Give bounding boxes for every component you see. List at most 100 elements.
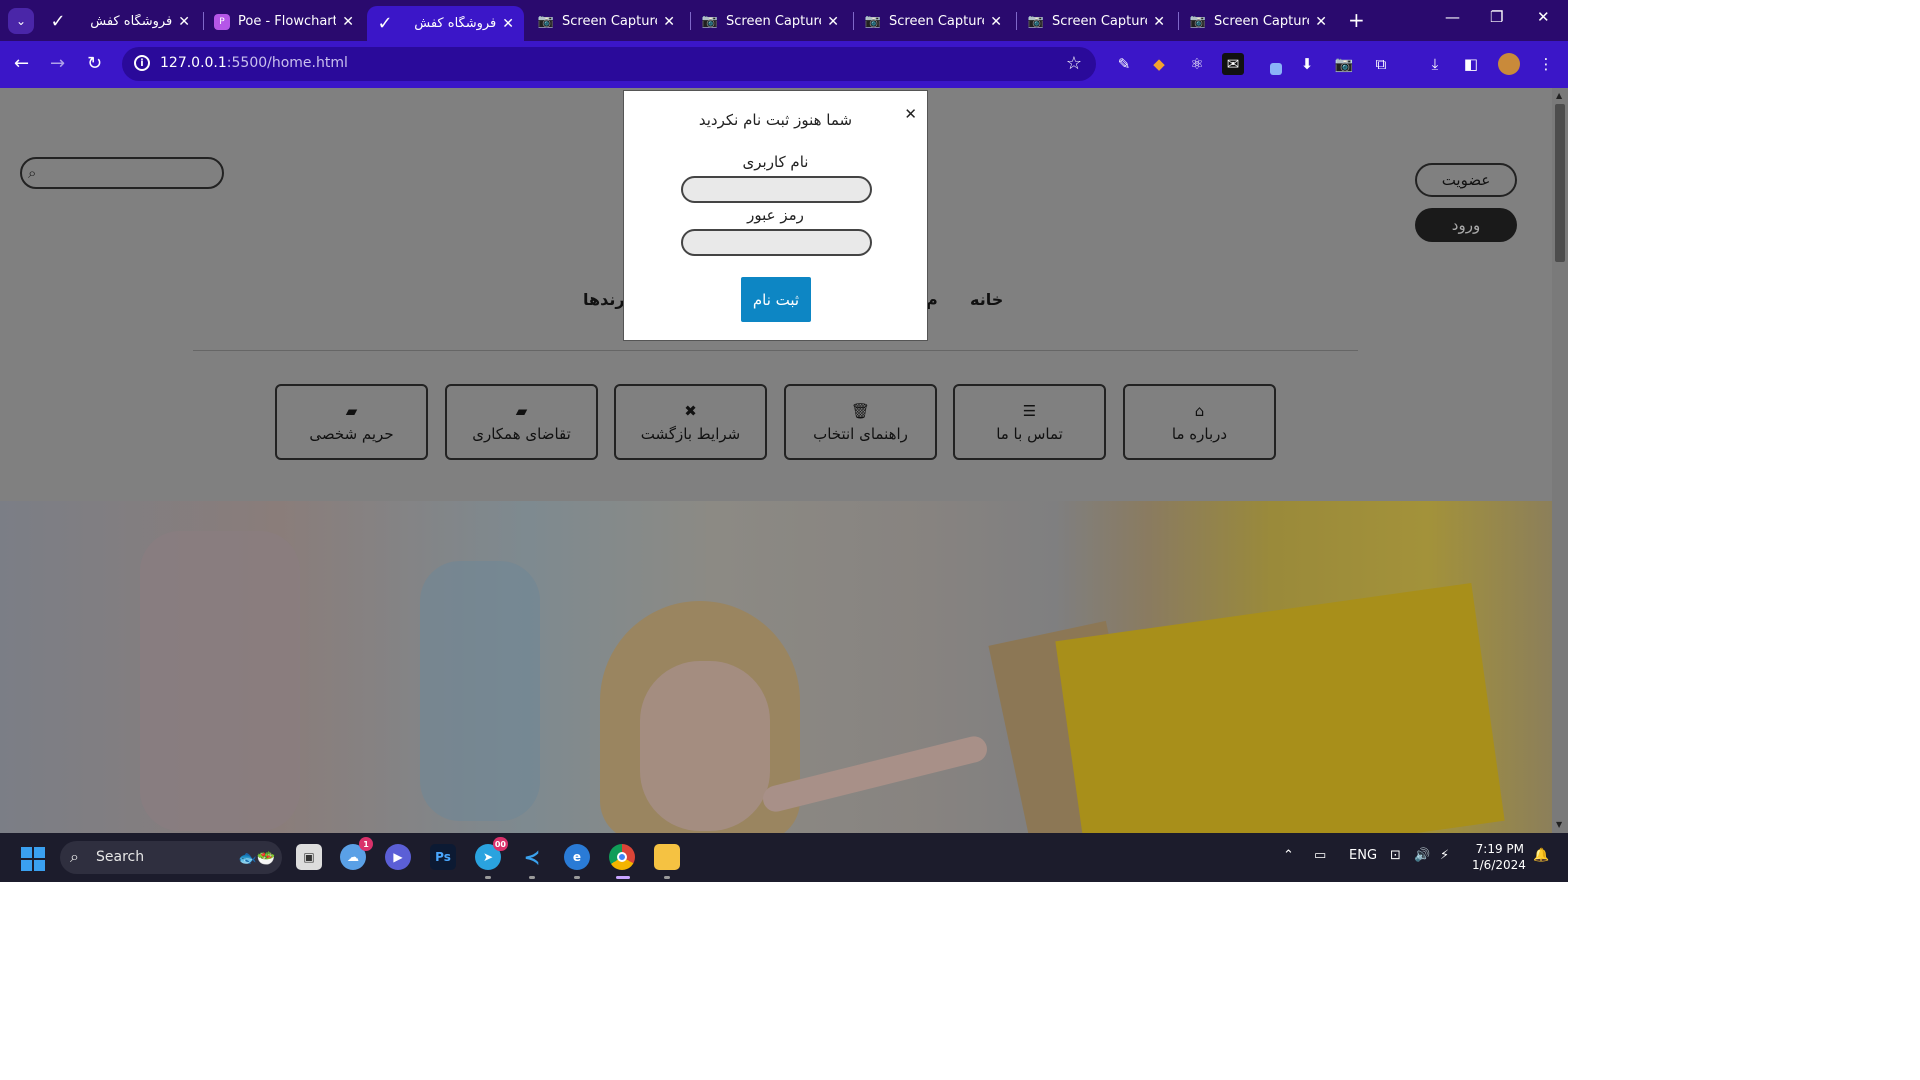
clock-date: 1/6/2024 (1472, 858, 1526, 872)
battery-icon[interactable]: ⚡ (1440, 848, 1449, 863)
taskbar-search-box[interactable]: ⌕ Search 🐟🥗 (60, 841, 282, 874)
back-arrow-icon[interactable]: ← (14, 53, 29, 74)
extension-atom-icon[interactable]: ⚛ (1186, 53, 1208, 75)
window-close-button[interactable]: ✕ (1537, 8, 1550, 26)
chrome-icon[interactable] (609, 844, 635, 870)
camera-icon: 📷 (537, 14, 555, 29)
task-view-icon[interactable]: ▣ (296, 844, 322, 870)
file-explorer-icon[interactable] (654, 844, 680, 870)
close-icon[interactable]: ✕ (502, 16, 514, 32)
clock-time: 7:19 PM (1475, 842, 1524, 856)
feature-label: تقاضای همکاری (472, 425, 571, 443)
close-icon[interactable]: ✕ (663, 14, 675, 30)
close-icon[interactable]: ✕ (342, 14, 354, 30)
windows-start-icon[interactable] (21, 847, 45, 871)
reload-icon[interactable]: ↻ (87, 53, 102, 74)
teams-meet-icon[interactable]: ▶ (385, 844, 411, 870)
extension-download-icon[interactable]: ⬇ (1296, 53, 1318, 75)
feature-privacy[interactable]: ▰ حریم شخصی (275, 384, 428, 460)
feature-cooperation-request[interactable]: ▰ تقاضای همکاری (445, 384, 598, 460)
tab-8[interactable]: 📷 Screen Capture F ✕ (1180, 5, 1337, 38)
search-icon: ⌕ (28, 164, 37, 182)
scrollbar-thumb[interactable] (1555, 104, 1565, 262)
scroll-down-arrow-icon[interactable]: ▼ (1556, 820, 1562, 829)
tab-title: Screen Capture F (1052, 14, 1147, 29)
login-button[interactable]: ورود (1415, 208, 1517, 242)
telegram-icon[interactable]: ➤ 00 (475, 837, 508, 870)
folder-icon: ▰ (515, 402, 528, 420)
bookmark-star-icon[interactable]: ☆ (1066, 53, 1082, 74)
feature-label: درباره ما (1171, 425, 1228, 443)
extensions-puzzle-icon[interactable]: ⧉ (1370, 53, 1392, 75)
windows-taskbar: ⌕ Search 🐟🥗 ▣ ☁ 1 ▶ Ps ➤ 00 ≺ e ⌃ ▭ ENG ⊡ … (0, 833, 1568, 882)
side-panel-icon[interactable]: ◧ (1460, 53, 1482, 75)
camera-icon: 📷 (701, 14, 719, 29)
camera-icon: 📷 (864, 14, 882, 29)
edge-icon[interactable]: e (564, 844, 590, 870)
browser-menu-icon[interactable]: ⋮ (1535, 53, 1557, 75)
feature-return-policy[interactable]: ✖ شرایط بازگشت (614, 384, 767, 460)
address-bar[interactable]: i 127.0.0.1:5500/home.html ☆ (122, 47, 1096, 81)
register-submit-button[interactable]: ثبت نام (741, 277, 811, 322)
bars-icon: ☰ (1022, 402, 1037, 420)
photoshop-icon[interactable]: Ps (430, 844, 456, 870)
trash-icon: 🗑 (850, 402, 871, 420)
username-input[interactable] (681, 176, 872, 203)
username-label: نام کاربری (742, 153, 809, 171)
close-icon[interactable]: ✕ (990, 14, 1002, 30)
notification-bell-icon[interactable]: 🔔 (1533, 848, 1549, 863)
site-search-input[interactable]: ⌕ (20, 157, 224, 189)
network-icon[interactable]: ⊡ (1390, 848, 1401, 863)
tab-title: Screen Capture F (562, 14, 657, 29)
tab-3-active[interactable]: ✓ فروشگاه کفش ✕ (367, 6, 524, 41)
tab-2[interactable]: P Poe - Flowchart S ✕ (204, 5, 364, 38)
password-input[interactable] (681, 229, 872, 256)
tab-5[interactable]: 📷 Screen Capture F ✕ (692, 5, 849, 38)
tab-7[interactable]: 📷 Screen Capture F ✕ (1018, 5, 1175, 38)
nav-home-link[interactable]: خانه (970, 290, 1003, 309)
extension-bolt-icon[interactable]: ◆ (1148, 53, 1170, 75)
checkmark-icon: ✓ (50, 11, 66, 32)
web-page: ⌕ عضویت ورود خانه م برندها ⌂ درباره ما ☰… (0, 88, 1552, 833)
close-icon[interactable]: ✕ (1315, 14, 1327, 30)
browser-tab-bar: ⌄ ✓ فروشگاه کفش ✕ P Poe - Flowchart S ✕ … (0, 0, 1568, 41)
minimize-button[interactable]: — (1445, 8, 1460, 26)
home-icon: ⌂ (1194, 402, 1205, 420)
tab-1[interactable]: ✓ فروشگاه کفش ✕ (40, 5, 200, 38)
scroll-up-arrow-icon[interactable]: ▲ (1556, 91, 1562, 100)
extension-pen-icon[interactable]: ✎ (1113, 53, 1135, 75)
vscode-icon[interactable]: ≺ (519, 844, 545, 870)
extension-camera-icon[interactable]: 📷 (1333, 53, 1355, 75)
forward-arrow-icon[interactable]: → (50, 53, 65, 74)
page-scrollbar[interactable]: ▲ ▼ (1552, 88, 1568, 833)
close-icon[interactable]: ✕ (827, 14, 839, 30)
tab-6[interactable]: 📷 Screen Capture F ✕ (855, 5, 1012, 38)
extension-brush-icon[interactable] (1262, 53, 1284, 75)
language-indicator[interactable]: ENG (1349, 848, 1377, 863)
weather-cloud-icon[interactable]: ☁ 1 (340, 837, 373, 870)
downloads-icon[interactable]: ⤓ (1424, 53, 1446, 75)
volume-icon[interactable]: 🔊 (1414, 848, 1430, 863)
feature-label: تماس با ما (996, 425, 1063, 443)
restore-button[interactable]: ❐ (1490, 8, 1503, 26)
tab-4[interactable]: 📷 Screen Capture F ✕ (528, 5, 685, 38)
feature-about-us[interactable]: ⌂ درباره ما (1123, 384, 1276, 460)
close-icon[interactable]: ✕ (1153, 14, 1165, 30)
chevron-up-icon[interactable]: ⌃ (1283, 848, 1294, 863)
address-url[interactable]: 127.0.0.1:5500/home.html (160, 55, 348, 71)
keyboard-layout-icon[interactable]: ▭ (1314, 848, 1326, 863)
site-info-icon[interactable]: i (134, 55, 150, 71)
modal-title: شما هنوز ثبت نام نکردید (698, 111, 853, 129)
system-clock[interactable]: 7:19 PM 1/6/2024 (1472, 841, 1526, 873)
close-icon[interactable]: ✕ (178, 14, 190, 30)
poe-icon: P (214, 13, 230, 30)
feature-selection-guide[interactable]: 🗑 راهنمای انتخاب (784, 384, 937, 460)
profile-avatar[interactable] (1498, 53, 1520, 75)
folder-icon: ▰ (345, 402, 358, 420)
feature-contact-us[interactable]: ☰ تماس با ما (953, 384, 1106, 460)
signup-button[interactable]: عضویت (1415, 163, 1517, 197)
tab-search-button[interactable]: ⌄ (8, 8, 34, 34)
extension-mail-icon[interactable]: ✉ (1222, 53, 1244, 75)
new-tab-button[interactable]: + (1348, 8, 1365, 32)
feature-label: راهنمای انتخاب (813, 425, 908, 443)
